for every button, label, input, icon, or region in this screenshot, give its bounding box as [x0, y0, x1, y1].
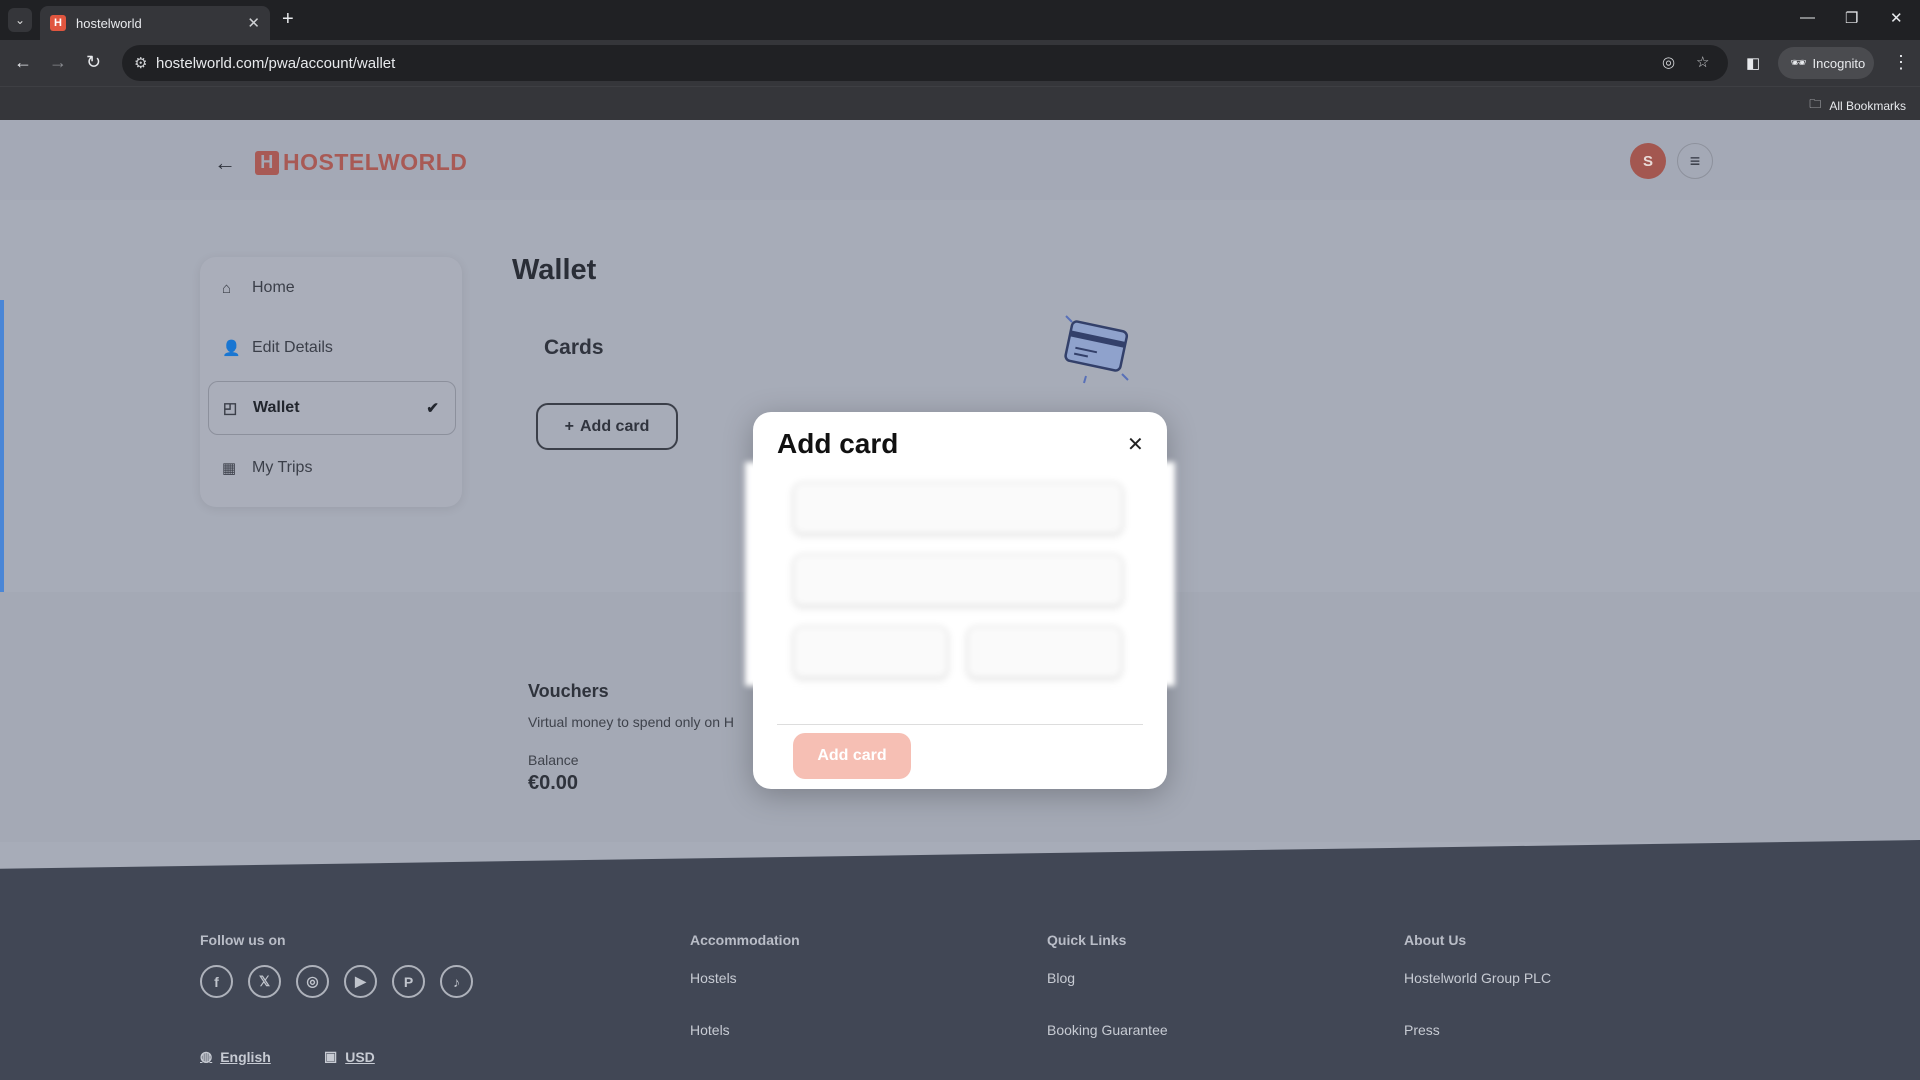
browser-tab[interactable]: H hostelworld ✕ — [40, 6, 270, 40]
submit-add-card-button[interactable]: Add card — [793, 733, 911, 779]
sidebar-item-label: My Trips — [252, 459, 313, 476]
currency-label: USD — [345, 1048, 375, 1065]
all-bookmarks-label: All Bookmarks — [1829, 98, 1906, 113]
sidebar-item-label: Edit Details — [252, 339, 333, 356]
close-icon[interactable]: ✕ — [1127, 432, 1144, 457]
vouchers-heading: Vouchers — [528, 681, 609, 701]
sidebar-item-edit-details[interactable]: 👤 Edit Details — [208, 321, 456, 375]
balance-value: €0.00 — [528, 772, 579, 794]
accommodation-heading: Accommodation — [690, 932, 800, 948]
instagram-icon[interactable]: ◎ — [296, 965, 329, 998]
about-heading: About Us — [1404, 932, 1467, 948]
plus-icon: + — [564, 417, 574, 435]
window-close-icon[interactable]: ✕ — [1890, 9, 1903, 27]
hostelworld-logo[interactable]: H HOSTELWORLD — [255, 149, 467, 176]
footer-link-booking-guarantee[interactable]: Booking Guarantee — [1047, 1022, 1168, 1038]
language-link[interactable]: ◍ English — [200, 1048, 271, 1065]
sidebar-item-my-trips[interactable]: ▦ My Trips — [208, 441, 456, 495]
sidebar-item-label: Home — [252, 279, 295, 296]
add-card-label: Add card — [580, 417, 650, 435]
incognito-label: Incognito — [1812, 55, 1866, 71]
address-bar[interactable]: ⚙ hostelworld.com/pwa/account/wallet ◎ ☆ — [122, 45, 1728, 81]
facebook-icon[interactable]: f — [200, 965, 233, 998]
user-icon: 👤 — [222, 340, 241, 357]
footer-link-group-plc[interactable]: Hostelworld Group PLC — [1404, 970, 1551, 986]
card-name-field[interactable] — [793, 554, 1123, 606]
avatar[interactable]: S — [1630, 143, 1666, 179]
reload-icon[interactable]: ↻ — [86, 52, 101, 73]
home-icon: ⌂ — [222, 279, 232, 297]
card-cvc-field[interactable] — [967, 626, 1122, 678]
card-number-field[interactable] — [793, 482, 1123, 534]
hamburger-menu-icon[interactable]: ≡ — [1677, 143, 1713, 179]
tab-close-icon[interactable]: ✕ — [247, 14, 260, 32]
modal-divider — [777, 724, 1143, 725]
browser-menu-icon[interactable]: ⋮ — [1892, 52, 1910, 73]
site-footer — [0, 840, 1920, 1080]
forward-icon[interactable]: → — [49, 52, 67, 73]
x-icon[interactable]: 𝕏 — [248, 965, 281, 998]
site-info-icon[interactable]: ⚙ — [134, 54, 147, 72]
side-panel-icon[interactable]: ◧ — [1746, 54, 1760, 72]
site-header: ← H HOSTELWORLD S ≡ — [0, 120, 1920, 200]
incognito-icon: 🕶 — [1790, 55, 1807, 70]
wallet-icon: ◰ — [223, 400, 238, 417]
card-expiry-field[interactable] — [793, 626, 948, 678]
add-card-modal: Add card ✕ Add card — [745, 412, 1175, 789]
add-card-button[interactable]: + Add card — [536, 403, 678, 450]
browser-toolbar: ← → ↻ ⚙ hostelworld.com/pwa/account/wall… — [0, 40, 1920, 86]
back-arrow-icon[interactable]: ← — [214, 150, 236, 176]
language-label: English — [220, 1048, 271, 1065]
footer-link-blog[interactable]: Blog — [1047, 970, 1075, 986]
bookmark-star-icon[interactable]: ☆ — [1696, 53, 1709, 71]
incognito-badge[interactable]: 🕶 Incognito — [1778, 47, 1874, 79]
modal-title: Add card — [777, 428, 899, 459]
account-sidebar: ⌂ Home 👤 Edit Details ◰ Wallet ✔ ▦ My Tr… — [200, 257, 462, 507]
browser-tab-bar: ⌄ H hostelworld ✕ + — ❐ ✕ — [0, 0, 1920, 40]
new-tab-icon[interactable]: + — [282, 8, 294, 31]
balance-label: Balance — [528, 752, 579, 768]
footer-link-press[interactable]: Press — [1404, 1022, 1440, 1038]
logo-mark-icon: H — [255, 150, 279, 175]
sidebar-item-wallet[interactable]: ◰ Wallet ✔ — [208, 381, 456, 435]
globe-icon: ◍ — [200, 1048, 213, 1064]
follow-heading: Follow us on — [200, 932, 286, 948]
back-icon[interactable]: ← — [14, 52, 32, 73]
eye-off-icon[interactable]: ◎ — [1662, 53, 1675, 71]
sidebar-item-label: Wallet — [253, 399, 300, 416]
favicon-icon: H — [50, 15, 66, 31]
credit-card-illustration-icon — [1064, 315, 1129, 384]
bookmarks-bar: 🗀 All Bookmarks — [0, 86, 1920, 120]
vouchers-subtitle: Virtual money to spend only on H — [528, 714, 734, 730]
all-bookmarks-button[interactable]: 🗀 All Bookmarks — [1809, 95, 1906, 116]
checkmark-icon: ✔ — [426, 400, 439, 417]
page-title: Wallet — [512, 254, 597, 286]
sidebar-item-home[interactable]: ⌂ Home — [208, 261, 456, 315]
quick-links-heading: Quick Links — [1047, 932, 1127, 948]
currency-link[interactable]: ▣ USD — [324, 1048, 375, 1065]
map-icon: ▦ — [222, 460, 237, 477]
pinterest-icon[interactable]: P — [392, 965, 425, 998]
minimize-icon[interactable]: — — [1800, 9, 1815, 26]
tab-search-button[interactable]: ⌄ — [8, 8, 32, 32]
tab-title: hostelworld — [76, 15, 142, 31]
tiktok-icon[interactable]: ♪ — [440, 965, 473, 998]
restore-icon[interactable]: ❐ — [1845, 9, 1858, 27]
footer-link-hostels[interactable]: Hostels — [690, 970, 737, 986]
cards-heading: Cards — [544, 336, 604, 359]
footer-link-hotels[interactable]: Hotels — [690, 1022, 730, 1038]
currency-icon: ▣ — [324, 1048, 338, 1064]
logo-text: HOSTELWORLD — [283, 149, 468, 175]
url-text: hostelworld.com/pwa/account/wallet — [156, 54, 396, 72]
youtube-icon[interactable]: ▶ — [344, 965, 377, 998]
card-form-loading — [745, 462, 1175, 686]
folder-icon: 🗀 — [1809, 97, 1822, 111]
